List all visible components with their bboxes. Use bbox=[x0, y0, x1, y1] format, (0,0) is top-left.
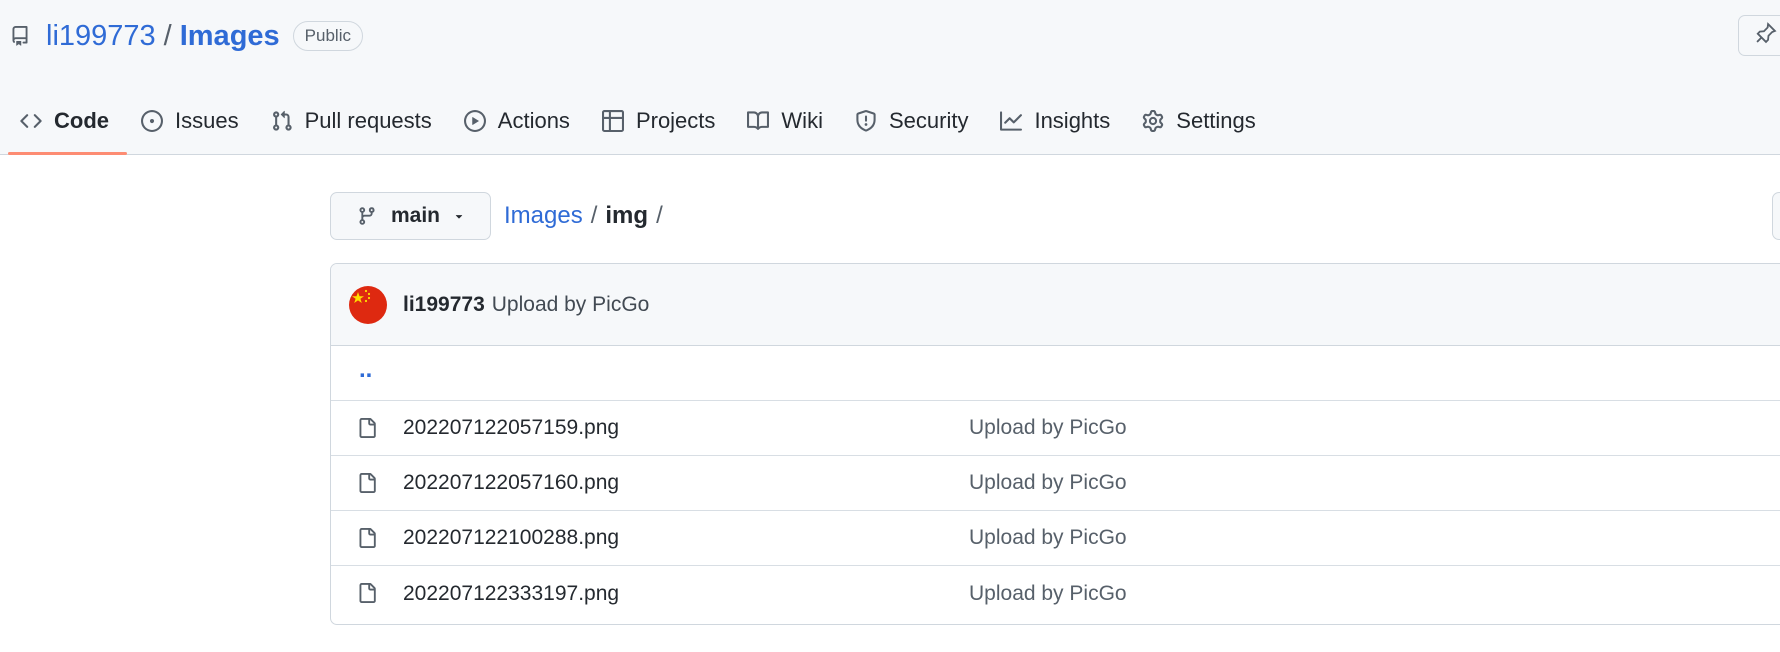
branch-name: main bbox=[391, 204, 441, 227]
file-icon bbox=[357, 581, 377, 605]
tab-actions[interactable]: Actions bbox=[452, 100, 588, 142]
issue-opened-icon bbox=[141, 110, 163, 132]
file-icon bbox=[357, 471, 377, 495]
table-icon bbox=[601, 110, 624, 132]
commit-author-link[interactable]: li199773 bbox=[403, 293, 485, 317]
tab-label: Insights bbox=[1034, 108, 1111, 133]
file-icon bbox=[357, 526, 377, 550]
repo-title: li199773 / Images Public bbox=[10, 16, 363, 56]
file-commit-link[interactable]: Upload by PicGo bbox=[969, 416, 1127, 440]
repo-name-link[interactable]: Images bbox=[180, 20, 280, 53]
play-icon bbox=[463, 110, 486, 132]
git-pull-request-icon bbox=[272, 110, 292, 131]
tab-pull-requests[interactable]: Pull requests bbox=[259, 100, 450, 142]
file-commit-link[interactable]: Upload by PicGo bbox=[969, 582, 1127, 606]
shield-icon bbox=[856, 110, 876, 132]
breadcrumb-current: img bbox=[605, 202, 649, 229]
tab-label: Wiki bbox=[781, 108, 823, 133]
file-navigation: main Images / img / bbox=[330, 192, 671, 240]
file-commit-link[interactable]: Upload by PicGo bbox=[969, 526, 1127, 550]
git-branch-icon bbox=[357, 206, 377, 226]
breadcrumb-separator: / bbox=[590, 202, 598, 229]
book-icon bbox=[747, 111, 770, 130]
tab-label: Pull requests bbox=[304, 108, 432, 133]
table-row[interactable]: 202207122333197.png Upload by PicGo bbox=[331, 566, 1780, 621]
tab-security[interactable]: Security bbox=[843, 100, 986, 142]
tab-settings[interactable]: Settings bbox=[1130, 100, 1274, 142]
gear-icon bbox=[1143, 110, 1164, 132]
code-icon bbox=[20, 114, 42, 128]
tab-label: Actions bbox=[497, 108, 570, 133]
repo-separator: / bbox=[163, 19, 172, 52]
file-list: li199773 Upload by PicGo .. 202207122057… bbox=[330, 263, 1780, 625]
tab-label: Code bbox=[54, 108, 109, 133]
file-commit-link[interactable]: Upload by PicGo bbox=[969, 471, 1127, 495]
visibility-badge: Public bbox=[292, 21, 363, 51]
file-name-link[interactable]: 202207122057160.png bbox=[403, 471, 619, 495]
go-to-file-button[interactable] bbox=[1772, 192, 1780, 240]
file-name-link[interactable]: 202207122100288.png bbox=[403, 526, 619, 550]
tab-label: Security bbox=[888, 108, 969, 133]
tab-issues[interactable]: Issues bbox=[129, 100, 257, 142]
repo-nav-tabs: Code Issues Pull requests Actions Projec… bbox=[8, 100, 1276, 155]
commit-message-link[interactable]: Upload by PicGo bbox=[492, 293, 650, 317]
avatar[interactable] bbox=[349, 285, 387, 324]
table-row[interactable]: 202207122057160.png Upload by PicGo bbox=[331, 456, 1780, 511]
tab-label: Projects bbox=[635, 108, 716, 133]
tab-wiki[interactable]: Wiki bbox=[735, 100, 841, 142]
caret-down-icon bbox=[452, 209, 466, 223]
branch-select-button[interactable]: main bbox=[330, 192, 492, 240]
table-row[interactable]: 202207122100288.png Upload by PicGo bbox=[331, 511, 1780, 566]
tab-label: Settings bbox=[1176, 108, 1256, 133]
breadcrumb-separator: / bbox=[656, 202, 663, 229]
pin-button[interactable] bbox=[1738, 15, 1780, 56]
graph-icon bbox=[1000, 111, 1023, 131]
breadcrumb-root-link[interactable]: Images bbox=[504, 202, 583, 230]
tab-label: Issues bbox=[175, 108, 239, 133]
pin-icon bbox=[1755, 22, 1777, 49]
breadcrumb: Images / img / bbox=[504, 202, 671, 230]
tab-code[interactable]: Code bbox=[8, 100, 127, 155]
tab-insights[interactable]: Insights bbox=[988, 100, 1128, 142]
latest-commit-bar: li199773 Upload by PicGo bbox=[331, 264, 1780, 346]
repo-owner-link[interactable]: li199773 bbox=[46, 20, 156, 53]
parent-directory-link[interactable]: .. bbox=[359, 356, 372, 384]
table-row[interactable]: 202207122057159.png Upload by PicGo bbox=[331, 401, 1780, 456]
repo-icon bbox=[10, 24, 32, 48]
tab-projects[interactable]: Projects bbox=[590, 100, 733, 142]
repo-header: li199773 / Images Public Code Issues Pul… bbox=[0, 0, 1780, 155]
file-icon bbox=[357, 416, 377, 440]
file-name-link[interactable]: 202207122333197.png bbox=[403, 582, 619, 606]
parent-directory-row[interactable]: .. bbox=[331, 346, 1780, 401]
file-name-link[interactable]: 202207122057159.png bbox=[403, 416, 619, 440]
